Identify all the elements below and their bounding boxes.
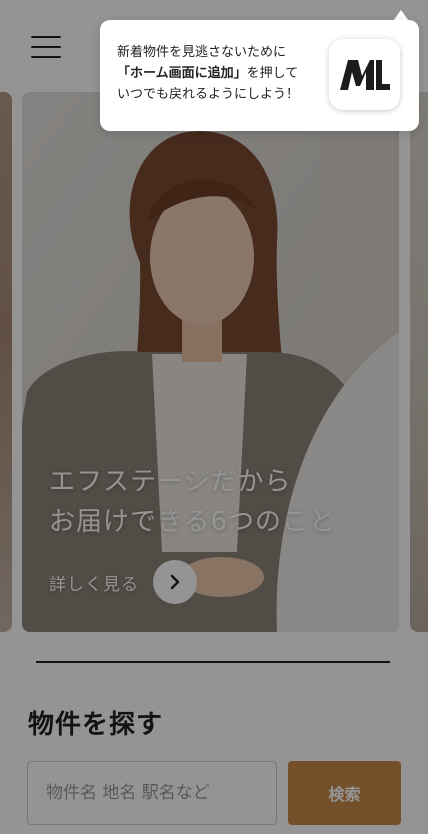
tooltip-line2: 「ホーム画面に追加」を押して <box>117 63 317 84</box>
add-to-home-tooltip[interactable]: 新着物件を見逃さないために 「ホーム画面に追加」を押して いつでも戻れるようにし… <box>100 20 419 131</box>
ml-logo-icon <box>329 39 400 110</box>
tooltip-line3: いつでも戻れるようにしよう！ <box>117 87 300 102</box>
tooltip-highlight: 「ホーム画面に追加」 <box>117 66 247 81</box>
tooltip-line1: 新着物件を見逃さないために <box>117 45 287 60</box>
tooltip-line2-rest: を押して <box>246 66 299 81</box>
tooltip-message: 新着物件を見逃さないために 「ホーム画面に追加」を押して いつでも戻れるようにし… <box>117 42 317 105</box>
